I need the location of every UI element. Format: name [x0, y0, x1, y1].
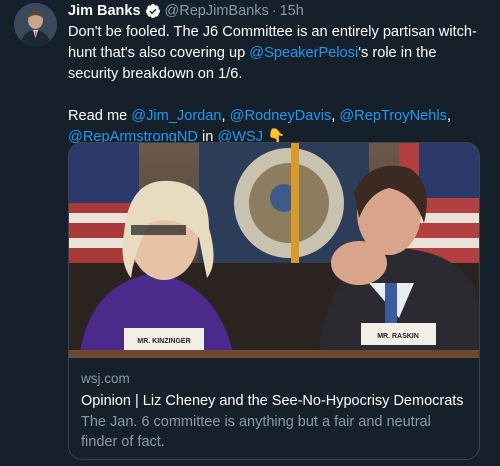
- placard-right-text: MR. RASKIN: [377, 333, 419, 340]
- card-headline[interactable]: Opinion | Liz Cheney and the See-No-Hypo…: [81, 391, 469, 411]
- mention-jim-jordan[interactable]: @Jim_Jordan: [131, 108, 221, 124]
- placard-left-text: MR. KINZINGER: [137, 338, 190, 345]
- mention-reptroynehls[interactable]: @RepTroyNehls: [339, 108, 447, 124]
- comma: ,: [446, 108, 451, 124]
- card-image[interactable]: MR. KINZINGER MR. RASKIN: [69, 143, 479, 358]
- link-card[interactable]: MR. KINZINGER MR. RASKIN wsj.com Opinion…: [68, 142, 480, 460]
- card-body[interactable]: wsj.com Opinion | Liz Cheney and the See…: [69, 358, 479, 459]
- tweet-text: Don't be fooled. The J6 Committee is an …: [68, 22, 488, 148]
- separator-dot: ·: [271, 3, 277, 19]
- author-name[interactable]: Jim Banks: [68, 3, 141, 19]
- comma: ,: [221, 108, 230, 124]
- tweet-header: Jim Banks @RepJimBanks · 15h: [68, 0, 488, 22]
- verified-badge-icon: [145, 3, 161, 19]
- tweet-paragraph-1: Don't be fooled. The J6 Committee is an …: [68, 22, 488, 85]
- avatar[interactable]: [14, 3, 57, 46]
- mention-speakerpelosi[interactable]: @SpeakerPelosi: [249, 45, 358, 61]
- card-description: The Jan. 6 committee is anything but a f…: [81, 414, 431, 450]
- tweet-time[interactable]: 15h: [280, 3, 304, 19]
- tweet[interactable]: Jim Banks @RepJimBanks · 15h Don't be fo…: [0, 0, 500, 466]
- tweet-content: Jim Banks @RepJimBanks · 15h Don't be fo…: [68, 0, 488, 148]
- mention-rodneydavis[interactable]: @RodneyDavis: [230, 108, 332, 124]
- card-domain: wsj.com: [81, 371, 130, 386]
- author-handle[interactable]: @RepJimBanks: [165, 3, 269, 19]
- read-me-text: Read me: [68, 108, 132, 124]
